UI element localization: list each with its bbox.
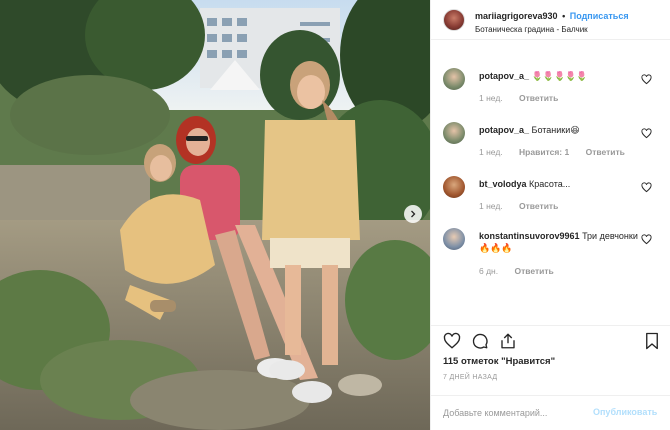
- comment-time[interactable]: 1 нед.: [479, 201, 503, 211]
- save-button[interactable]: [643, 332, 661, 350]
- commenter-username[interactable]: potapov_a_: [479, 71, 529, 81]
- commenter-avatar[interactable]: [443, 228, 465, 250]
- post-header: mariiagrigoreva930 • Подписаться Ботанич…: [431, 0, 670, 40]
- heart-icon: [641, 182, 652, 193]
- commenter-avatar[interactable]: [443, 176, 465, 198]
- heart-icon: [641, 234, 652, 245]
- post-photo[interactable]: [0, 0, 430, 430]
- publish-button[interactable]: Опубликовать: [593, 407, 657, 417]
- comment-text-line: potapov_a_ 🌷🌷🌷🌷🌷: [479, 70, 647, 82]
- share-button[interactable]: [499, 332, 517, 350]
- comment-meta: 6 дн. Ответить: [479, 266, 568, 276]
- comment-likes-count[interactable]: Нравится: 1: [519, 147, 569, 157]
- heart-icon: [641, 74, 652, 85]
- location-link[interactable]: Ботаническа градина - Балчик: [475, 25, 588, 34]
- chevron-right-icon: [411, 210, 416, 218]
- comment-meta: 1 нед. Ответить: [479, 201, 572, 211]
- next-photo-button[interactable]: [404, 205, 422, 223]
- bookmark-icon: [646, 332, 658, 350]
- comment-time[interactable]: 1 нед.: [479, 93, 503, 103]
- follow-button[interactable]: Подписаться: [570, 11, 629, 21]
- comment-text: Ботаники😆: [531, 125, 580, 135]
- reply-button[interactable]: Ответить: [514, 266, 553, 276]
- share-icon: [501, 333, 515, 349]
- comment-like-button[interactable]: [641, 182, 652, 193]
- comment-like-button[interactable]: [641, 234, 652, 245]
- comment-time[interactable]: 6 дн.: [479, 266, 498, 276]
- post-sidebar: mariiagrigoreva930 • Подписаться Ботанич…: [430, 0, 670, 430]
- comment-time[interactable]: 1 нед.: [479, 147, 503, 157]
- like-button[interactable]: [443, 332, 461, 350]
- comment-text-line: potapov_a_ Ботаники😆: [479, 124, 647, 136]
- commenter-avatar[interactable]: [443, 122, 465, 144]
- comment-like-button[interactable]: [641, 74, 652, 85]
- comment-input[interactable]: [443, 405, 583, 421]
- author-username[interactable]: mariiagrigoreva930: [475, 11, 558, 21]
- commenter-avatar[interactable]: [443, 68, 465, 90]
- commenter-username[interactable]: potapov_a_: [479, 125, 529, 135]
- comment-meta: 1 нед. Ответить: [479, 93, 572, 103]
- likes-count[interactable]: 115 отметок "Нравится": [443, 356, 555, 367]
- comment-text: 🌷🌷🌷🌷🌷: [531, 71, 588, 81]
- reply-button[interactable]: Ответить: [586, 147, 625, 157]
- comment-like-button[interactable]: [641, 128, 652, 139]
- reply-button[interactable]: Ответить: [519, 201, 558, 211]
- commenter-username[interactable]: bt_volodya: [479, 179, 527, 189]
- author-line: mariiagrigoreva930 • Подписаться: [475, 11, 629, 21]
- action-bar: [431, 325, 670, 355]
- heart-icon: [443, 332, 461, 349]
- comment-text-line: konstantinsuvorov9961 Три девчонки 🔥🔥🔥: [479, 230, 647, 254]
- photo-illustration: [0, 0, 430, 430]
- separator-dot: •: [562, 11, 566, 21]
- author-avatar[interactable]: [443, 9, 465, 31]
- comment-meta: 1 нед. Нравится: 1 Ответить: [479, 147, 639, 157]
- reply-button[interactable]: Ответить: [519, 93, 558, 103]
- comment-text-line: bt_volodya Красота...: [479, 178, 647, 190]
- comment-text: Красота...: [529, 179, 571, 189]
- comment-bubble-icon: [472, 333, 488, 349]
- post-date[interactable]: 7 ДНЕЙ НАЗАД: [443, 374, 497, 381]
- heart-icon: [641, 128, 652, 139]
- commenter-username[interactable]: konstantinsuvorov9961: [479, 231, 580, 241]
- comment-button[interactable]: [471, 332, 489, 350]
- add-comment-section: Опубликовать: [431, 395, 670, 430]
